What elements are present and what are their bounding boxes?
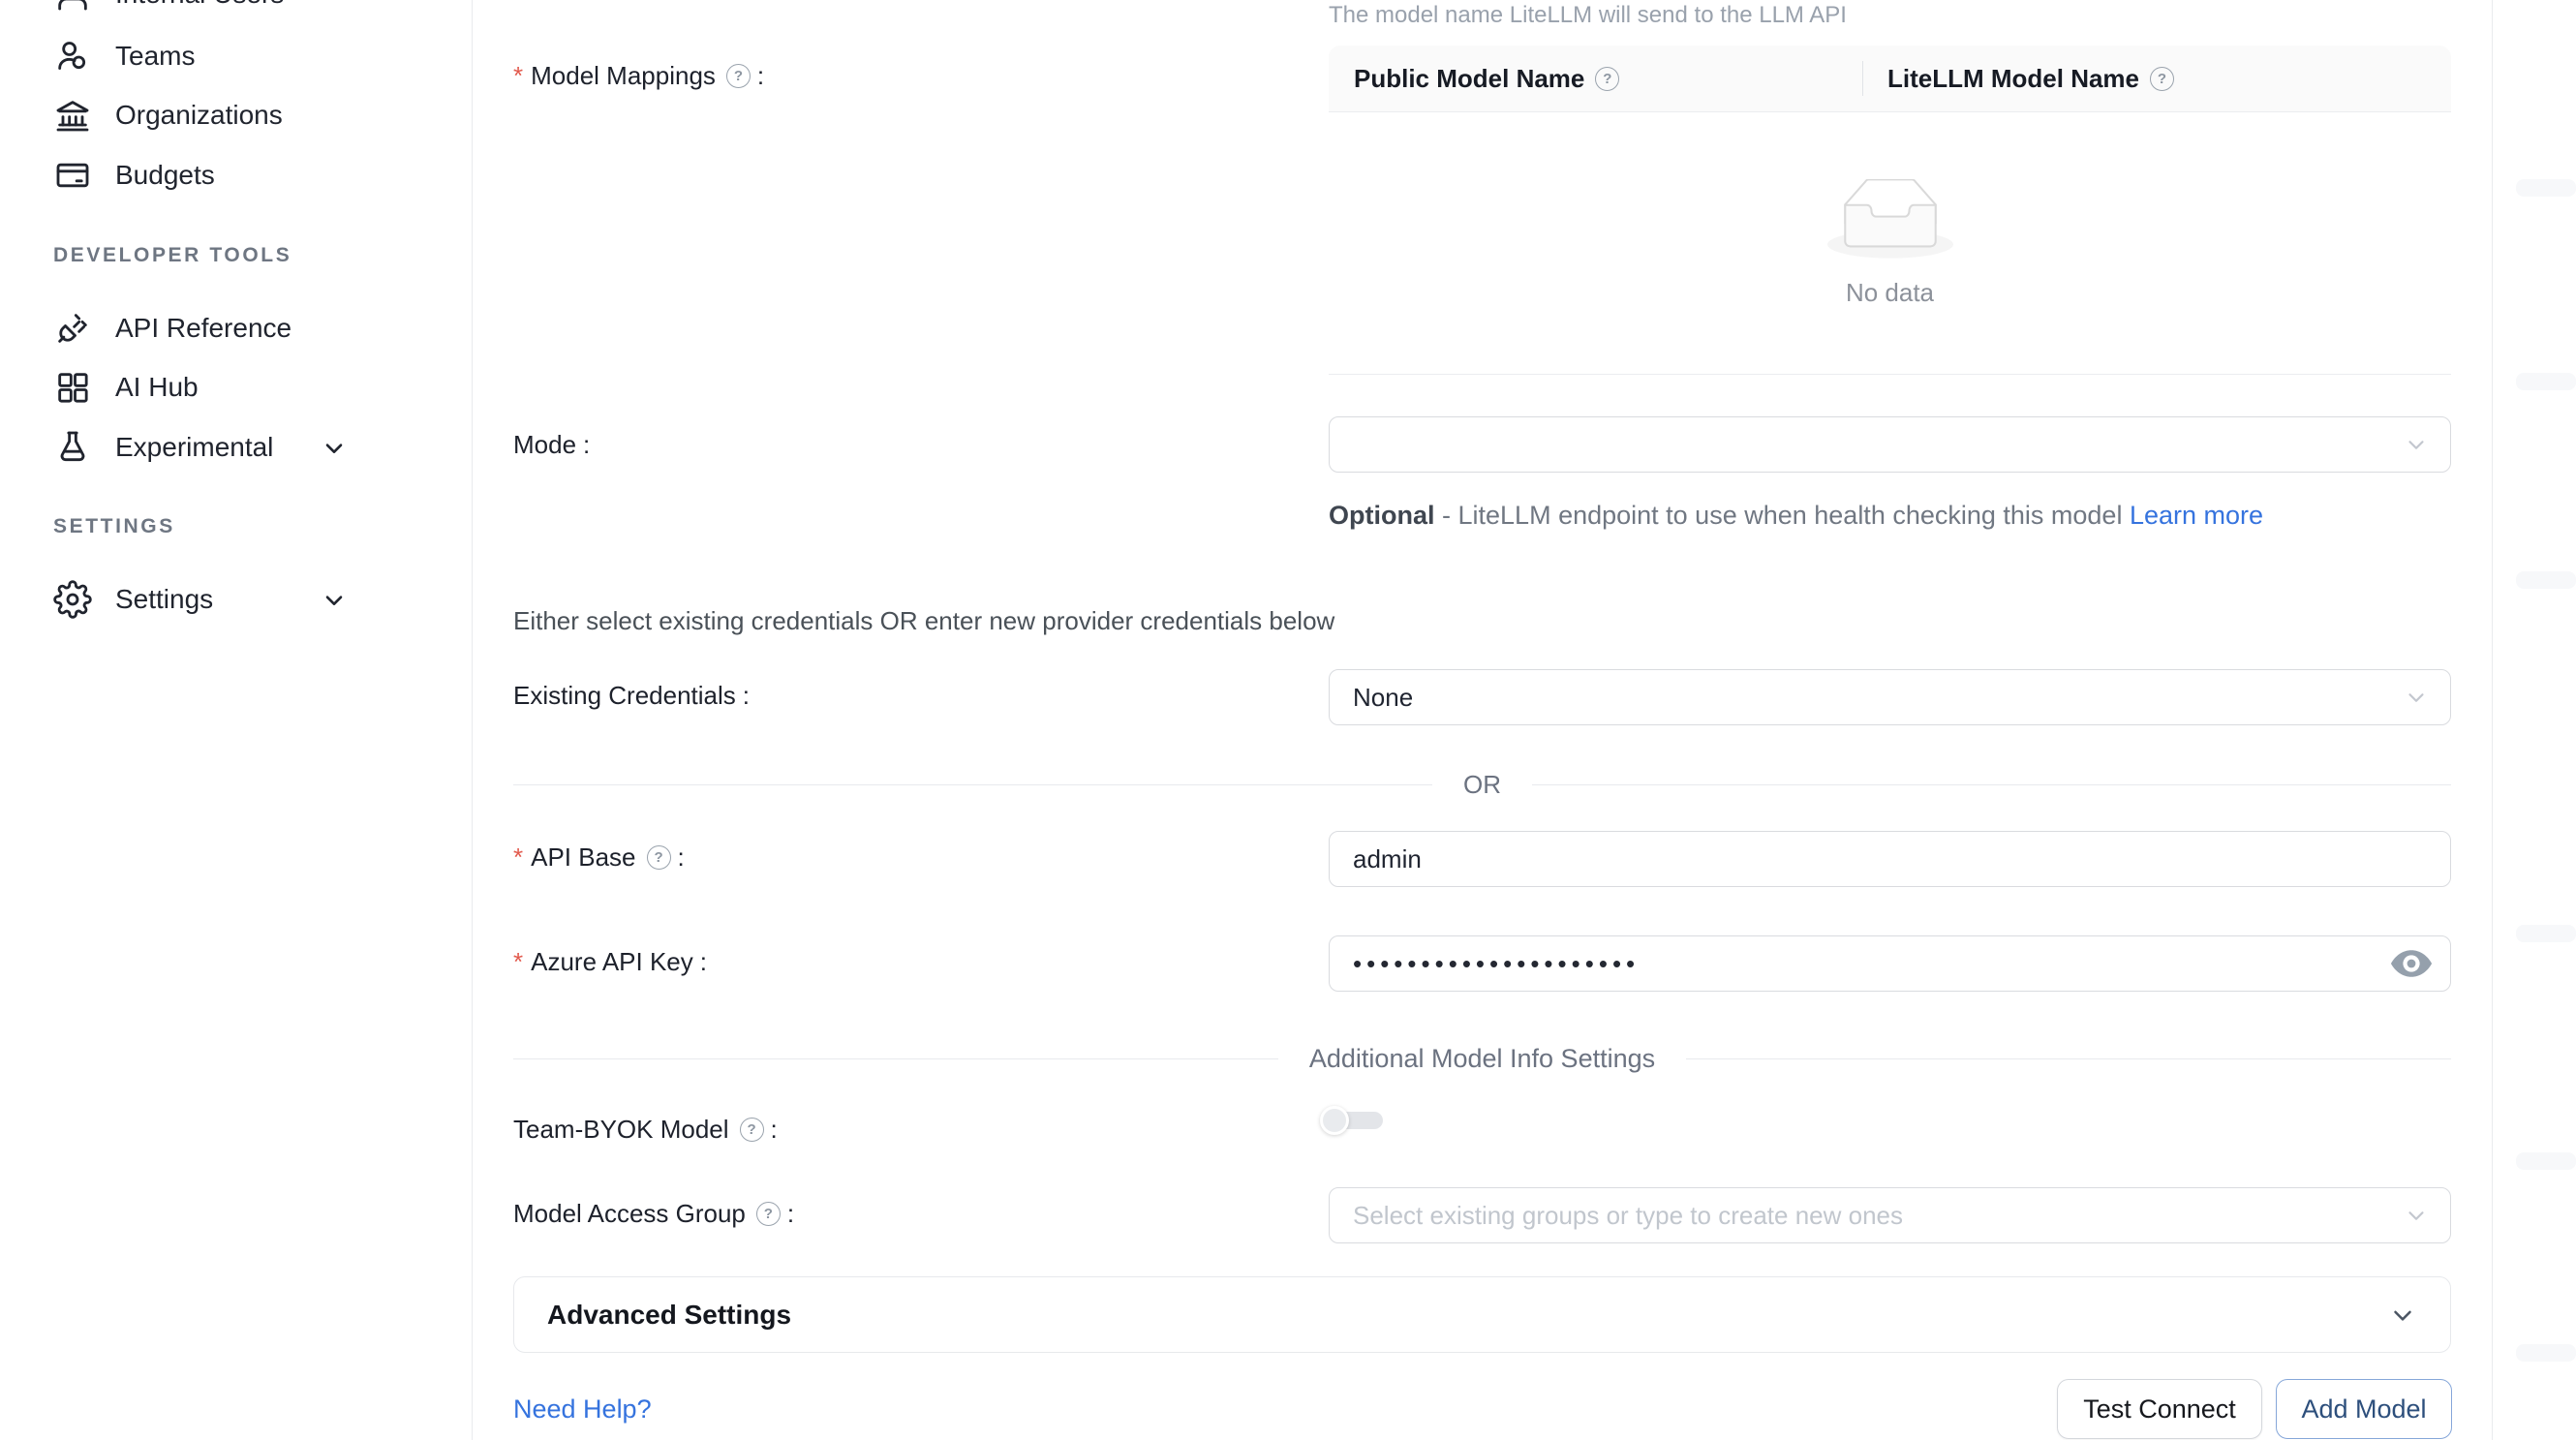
bank-icon	[53, 96, 92, 135]
model-access-group-select[interactable]: Select existing groups or type to create…	[1329, 1187, 2451, 1243]
page-right-divider	[2492, 0, 2493, 1440]
mode-select[interactable]	[1329, 416, 2451, 473]
model-access-group-label: Model Access Group ? :	[513, 1199, 794, 1229]
required-marker: *	[513, 61, 523, 91]
model-mappings-label: * Model Mappings ? :	[513, 61, 764, 91]
chevron-down-icon	[2404, 432, 2429, 457]
sidebar-item-label: Organizations	[115, 100, 283, 131]
sidebar-item-label: Experimental	[115, 432, 273, 463]
sidebar-item-organizations[interactable]: Organizations	[53, 88, 421, 142]
background-ghost-bar	[2516, 1152, 2576, 1170]
help-icon[interactable]: ?	[756, 1202, 781, 1226]
test-connect-button[interactable]: Test Connect	[2057, 1379, 2262, 1439]
sidebar-item-label: Internal Users	[115, 0, 284, 10]
help-icon[interactable]: ?	[647, 845, 671, 870]
sidebar-item-label: Teams	[115, 41, 195, 72]
existing-credentials-select[interactable]: None	[1329, 669, 2451, 725]
or-divider-text: OR	[1432, 770, 1532, 800]
sidebar: Internal Users Teams Organizations Budge…	[0, 0, 473, 1440]
table-header: Public Model Name ? LiteLLM Model Name ?	[1329, 46, 2451, 112]
background-ghost-bar	[2516, 373, 2576, 390]
mode-label: Mode :	[513, 430, 590, 460]
sidebar-item-label: AI Hub	[115, 372, 199, 403]
user-icon	[53, 0, 92, 14]
team-byok-label: Team-BYOK Model ? :	[513, 1115, 778, 1145]
azure-api-key-label: * Azure API Key :	[513, 947, 707, 977]
teams-icon	[53, 37, 92, 76]
sidebar-item-api-reference[interactable]: API Reference	[53, 301, 421, 355]
azure-api-key-masked-value: •••••••••••••••••••••	[1353, 949, 1640, 979]
table-empty-state: No data	[1329, 112, 2451, 375]
learn-more-link[interactable]: Learn more	[2130, 501, 2263, 530]
sidebar-item-label: API Reference	[115, 313, 291, 344]
column-litellm-model-name: LiteLLM Model Name ?	[1862, 64, 2174, 94]
sidebar-section-developer-tools: DEVELOPER TOOLS	[53, 244, 291, 267]
credentials-note: Either select existing credentials OR en…	[513, 606, 1334, 636]
add-model-button[interactable]: Add Model	[2276, 1379, 2452, 1439]
chevron-down-icon	[2404, 685, 2429, 710]
chevron-down-icon	[2404, 1203, 2429, 1228]
sidebar-item-settings[interactable]: Settings	[53, 572, 421, 627]
plug-icon	[53, 309, 92, 348]
sidebar-item-teams[interactable]: Teams	[53, 29, 421, 83]
background-ghost-bar	[2516, 1344, 2576, 1362]
mode-helper-text: Optional - LiteLLM endpoint to use when …	[1329, 496, 2375, 536]
model-mappings-table: Public Model Name ? LiteLLM Model Name ?…	[1329, 46, 2451, 375]
column-divider	[1862, 61, 1863, 96]
sidebar-item-experimental[interactable]: Experimental	[53, 420, 421, 475]
sidebar-item-internal-users[interactable]: Internal Users	[53, 0, 421, 21]
sidebar-item-budgets[interactable]: Budgets	[53, 148, 421, 202]
need-help-link[interactable]: Need Help?	[513, 1394, 652, 1425]
background-ghost-bar	[2516, 179, 2576, 197]
sidebar-item-ai-hub[interactable]: AI Hub	[53, 360, 421, 414]
background-ghost-bar	[2516, 571, 2576, 589]
background-ghost-bar	[2516, 925, 2576, 942]
advanced-settings-panel[interactable]: Advanced Settings	[513, 1276, 2451, 1353]
chevron-down-icon	[321, 434, 348, 461]
additional-settings-divider: Additional Model Info Settings	[513, 1044, 2451, 1073]
api-base-input[interactable]: admin	[1329, 831, 2451, 887]
add-model-page: Internal Users Teams Organizations Budge…	[0, 0, 2576, 1440]
litellm-model-name-helper: The model name LiteLLM will send to the …	[1329, 2, 1847, 29]
help-icon[interactable]: ?	[726, 64, 751, 88]
advanced-settings-title: Advanced Settings	[547, 1300, 2388, 1331]
help-icon[interactable]: ?	[740, 1118, 764, 1142]
model-access-group-placeholder: Select existing groups or type to create…	[1353, 1201, 1903, 1231]
required-marker: *	[513, 843, 523, 873]
sidebar-item-label: Budgets	[115, 160, 215, 191]
empty-inbox-icon	[1827, 179, 1953, 260]
gear-icon	[53, 580, 92, 619]
required-marker: *	[513, 947, 523, 977]
azure-api-key-input[interactable]: •••••••••••••••••••••	[1329, 935, 2451, 992]
chevron-down-icon	[2388, 1301, 2417, 1330]
additional-settings-divider-text: Additional Model Info Settings	[1278, 1044, 1686, 1074]
credit-card-icon	[53, 156, 92, 195]
eye-icon[interactable]	[2390, 948, 2433, 979]
grid-icon	[53, 368, 92, 407]
existing-credentials-label: Existing Credentials :	[513, 681, 750, 711]
team-byok-toggle[interactable]	[1320, 1106, 1388, 1135]
no-data-text: No data	[1846, 278, 1934, 308]
api-base-label: * API Base ? :	[513, 843, 685, 873]
or-divider: OR	[513, 770, 2451, 799]
sidebar-section-settings: SETTINGS	[53, 515, 175, 538]
help-icon[interactable]: ?	[1595, 67, 1619, 91]
sidebar-item-label: Settings	[115, 584, 213, 615]
column-public-model-name: Public Model Name ?	[1329, 64, 1862, 94]
flask-icon	[53, 428, 92, 467]
help-icon[interactable]: ?	[2150, 67, 2174, 91]
existing-credentials-value: None	[1353, 683, 1413, 713]
chevron-down-icon	[321, 586, 348, 613]
api-base-value: admin	[1353, 844, 1422, 874]
